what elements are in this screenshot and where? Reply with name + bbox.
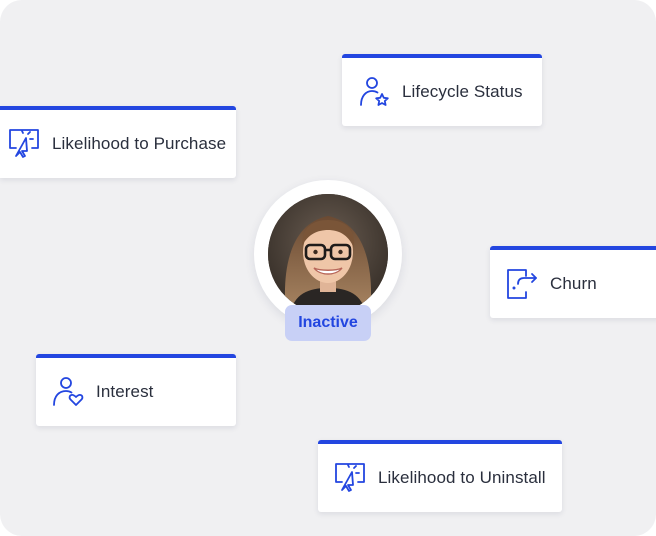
user-heart-icon xyxy=(50,374,86,410)
screen-cursor-click-icon xyxy=(6,126,42,162)
exit-arrow-icon xyxy=(504,266,540,302)
likelihood-to-uninstall-card[interactable]: Likelihood to Uninstall xyxy=(318,440,562,512)
lifecycle-status-label: Lifecycle Status xyxy=(402,82,523,101)
interest-card[interactable]: Interest xyxy=(36,354,236,426)
user-star-icon xyxy=(356,74,392,110)
screen-cursor-click-icon xyxy=(332,460,368,496)
status-badge: Inactive xyxy=(285,305,371,341)
likelihood-to-purchase-label: Likelihood to Purchase xyxy=(52,134,227,153)
profile-attributes-canvas: Lifecycle Status Likelihood to Purchase … xyxy=(0,0,656,536)
churn-label: Churn xyxy=(550,274,597,293)
churn-card[interactable]: Churn xyxy=(490,246,656,318)
interest-label: Interest xyxy=(96,382,154,401)
lifecycle-status-card[interactable]: Lifecycle Status xyxy=(342,54,542,126)
likelihood-to-uninstall-label: Likelihood to Uninstall xyxy=(378,468,546,487)
likelihood-to-purchase-card[interactable]: Likelihood to Purchase xyxy=(0,106,236,178)
avatar xyxy=(268,194,388,314)
